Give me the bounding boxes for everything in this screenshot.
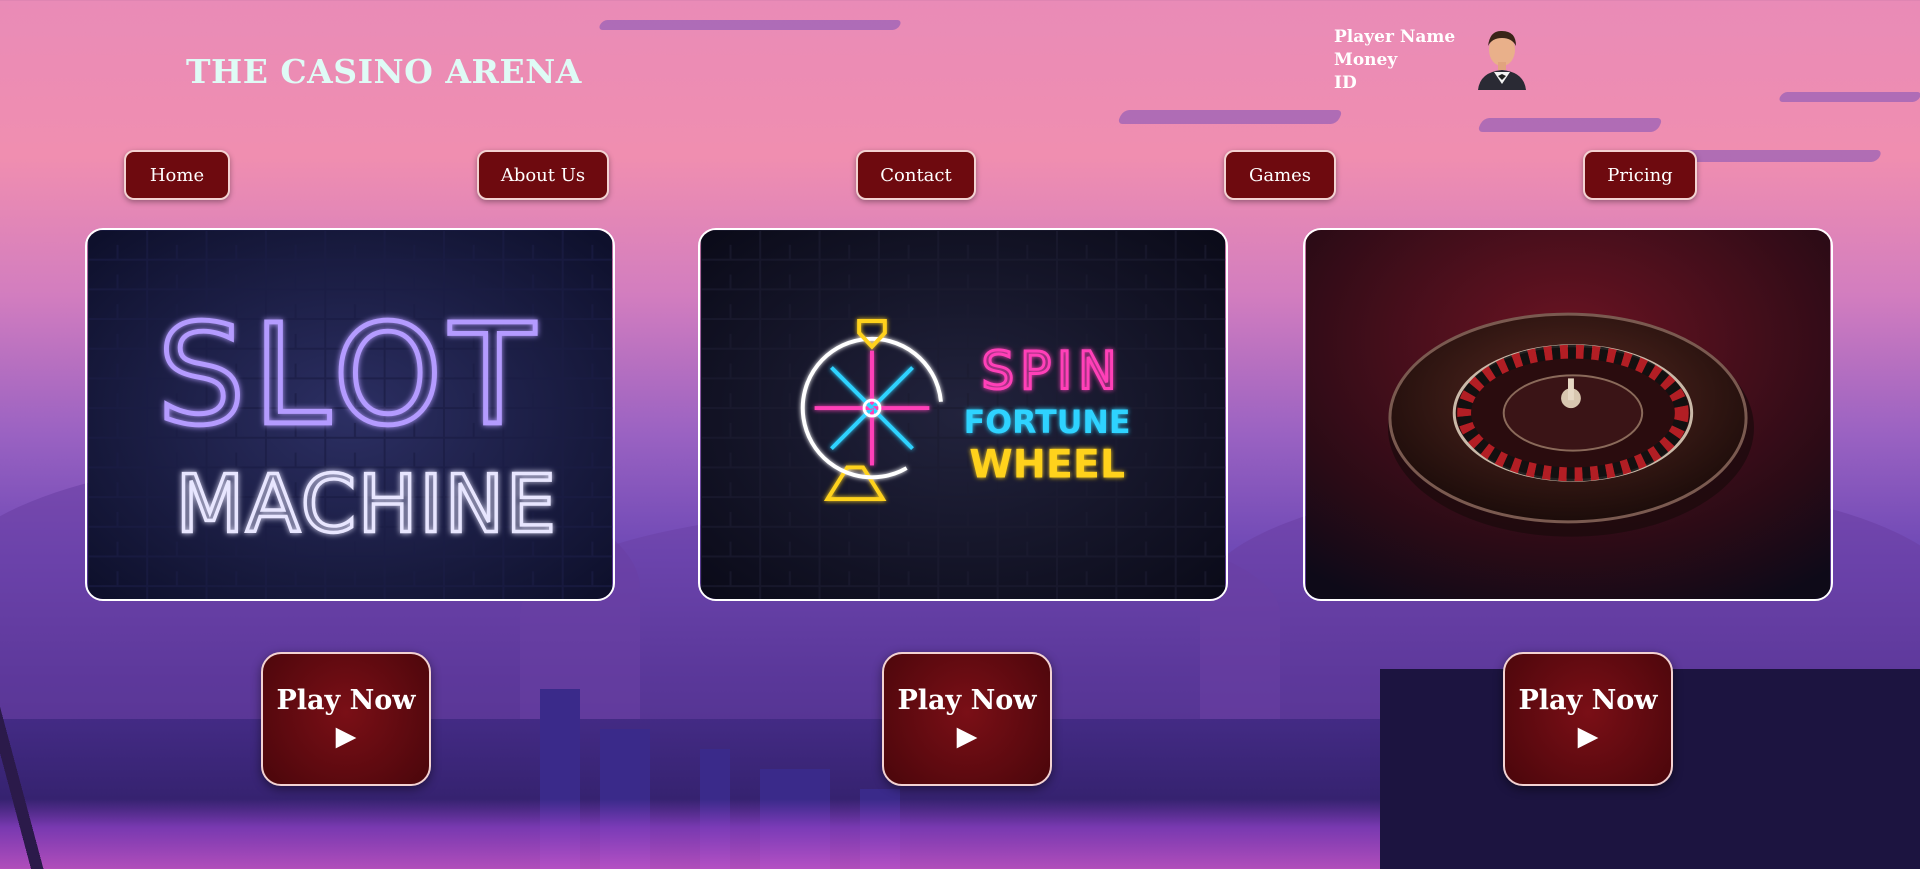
play-now-label: Play Now <box>1518 685 1658 716</box>
play-now-label: Play Now <box>897 685 1037 716</box>
user-avatar-icon[interactable] <box>1472 22 1532 90</box>
player-id-label: ID <box>1334 73 1357 93</box>
wheel-play-now-button[interactable]: Play Now ▶ <box>882 652 1052 786</box>
spin-line2: FORTUNE <box>964 405 1131 441</box>
play-triangle-icon: ▶ <box>956 721 978 752</box>
slot-machine-card[interactable]: SLOT MACHINE <box>85 228 615 601</box>
slot-line1: SLOT <box>157 294 542 456</box>
spin-fortune-wheel-card[interactable]: SPIN FORTUNE WHEEL <box>698 228 1228 601</box>
play-triangle-icon: ▶ <box>1577 721 1599 752</box>
play-triangle-icon: ▶ <box>335 721 357 752</box>
player-money-label: Money <box>1334 50 1398 70</box>
roulette-card[interactable] <box>1303 228 1833 601</box>
nav-contact-button[interactable]: Contact <box>856 150 976 200</box>
slot-play-now-button[interactable]: Play Now ▶ <box>261 652 431 786</box>
roulette-wheel-image <box>1305 230 1831 599</box>
nav-pricing-button[interactable]: Pricing <box>1583 150 1697 200</box>
slot-machine-neon-image: SLOT MACHINE <box>87 230 613 599</box>
nav-games-button[interactable]: Games <box>1224 150 1336 200</box>
spin-line3: WHEEL <box>969 441 1125 487</box>
play-now-label: Play Now <box>276 685 416 716</box>
nav-home-button[interactable]: Home <box>124 150 230 200</box>
roulette-play-now-button[interactable]: Play Now ▶ <box>1503 652 1673 786</box>
slot-line2: MACHINE <box>176 459 558 551</box>
fortune-wheel-neon-image: SPIN FORTUNE WHEEL <box>700 230 1226 599</box>
player-info: Player Name Money ID <box>1334 26 1455 95</box>
site-title: THE CASINO ARENA <box>186 52 582 91</box>
player-name-label: Player Name <box>1334 27 1456 47</box>
spin-line1: SPIN <box>982 341 1123 401</box>
nav-about-button[interactable]: About Us <box>477 150 609 200</box>
